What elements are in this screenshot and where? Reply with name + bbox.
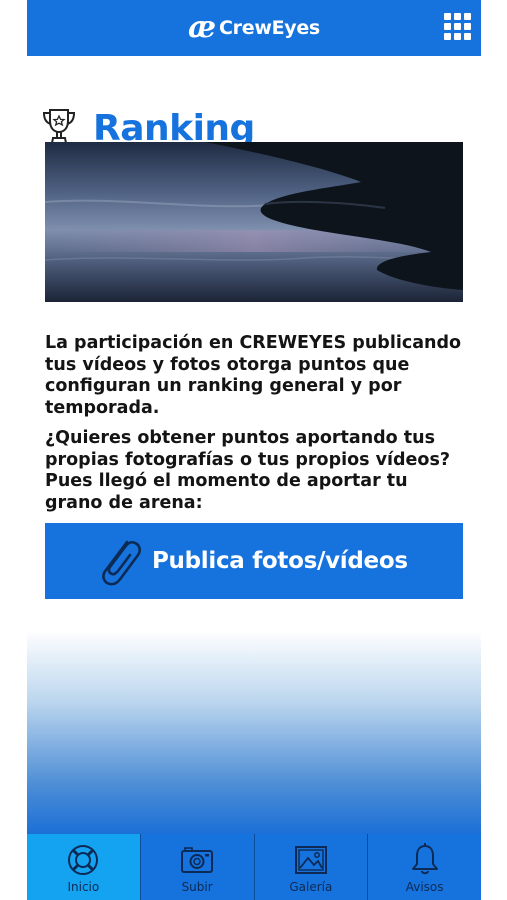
top-bar: æ CrewEyes: [27, 0, 481, 56]
camera-icon: [181, 847, 214, 873]
image-icon: [294, 846, 327, 874]
background-gradient: [27, 630, 481, 834]
tab-inicio[interactable]: Inicio: [27, 834, 140, 900]
logo-mark: æ: [188, 10, 216, 45]
bottom-tab-bar: Inicio Subir Galería Avisos: [27, 834, 481, 900]
tab-label: Galería: [289, 880, 333, 894]
lifebuoy-icon: [68, 845, 99, 875]
tab-galeria[interactable]: Galería: [253, 834, 368, 900]
paperclip-icon: [102, 540, 141, 586]
grid-menu-icon[interactable]: [444, 13, 472, 41]
info-paragraph-1: La participación en CREWEYES publicando …: [45, 333, 462, 418]
tab-subir[interactable]: Subir: [139, 834, 254, 900]
brand-logo[interactable]: æ CrewEyes: [188, 13, 320, 43]
publish-button[interactable]: Publica fotos/vídeos: [45, 523, 463, 599]
app-screen: æ CrewEyes Ranking La participación en C…: [27, 0, 481, 900]
tab-label: Avisos: [405, 880, 444, 894]
hero-image-airplane-wing: [45, 142, 463, 302]
brand-name: CrewEyes: [219, 17, 320, 39]
bell-icon: [411, 843, 438, 875]
tab-label: Subir: [181, 880, 213, 894]
tab-label: Inicio: [67, 880, 100, 894]
tab-avisos[interactable]: Avisos: [367, 834, 481, 900]
publish-button-label: Publica fotos/vídeos: [152, 548, 408, 574]
info-paragraph-2: ¿Quieres obtener puntos aportando tus pr…: [45, 428, 451, 513]
